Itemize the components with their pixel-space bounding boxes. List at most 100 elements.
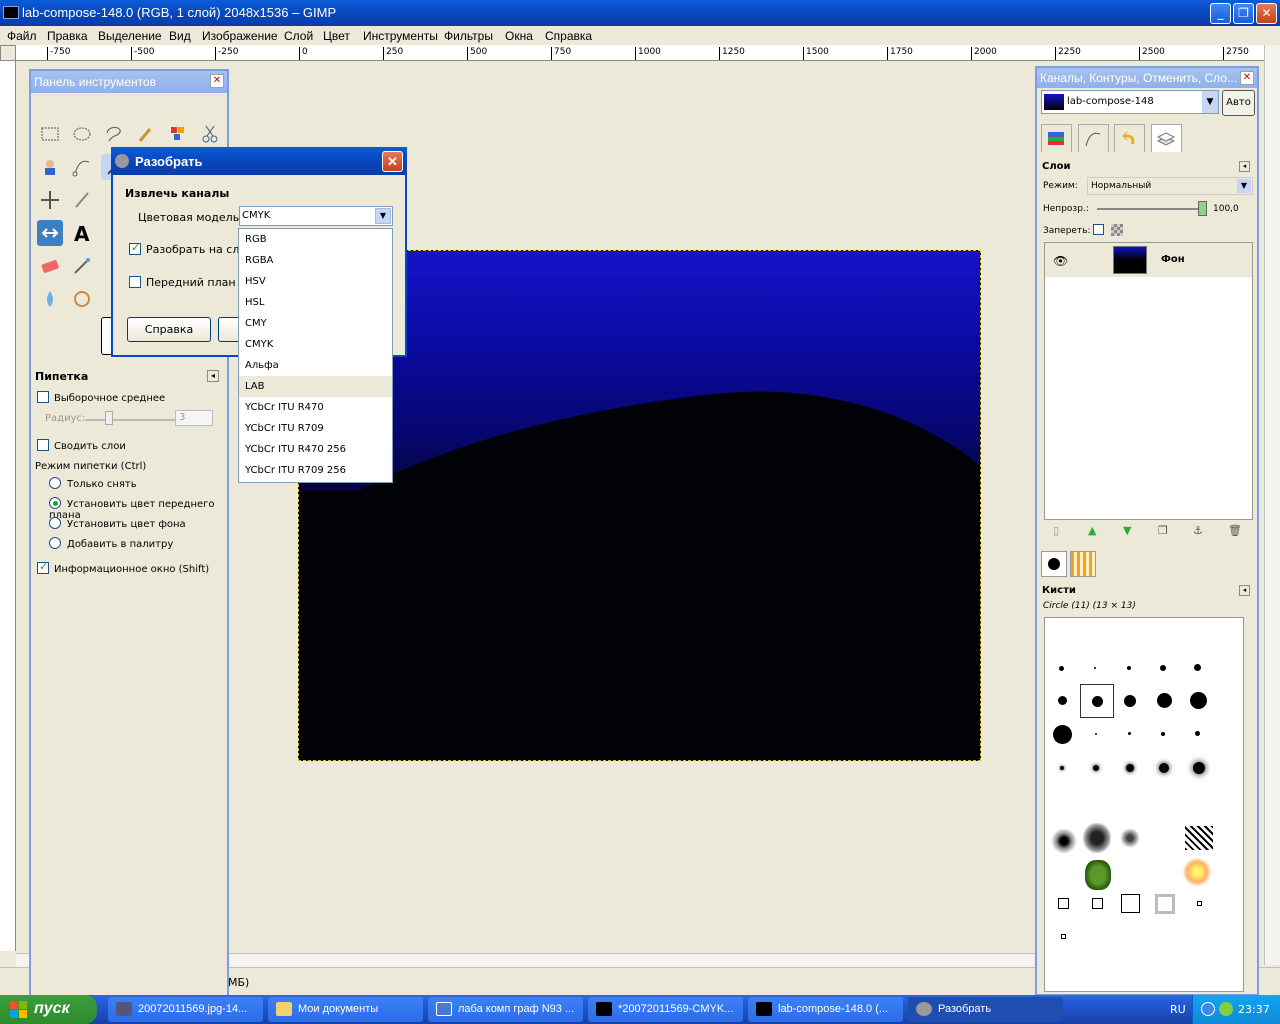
lock-checkbox[interactable] — [1093, 224, 1104, 235]
paths-icon[interactable] — [69, 154, 95, 180]
help-button[interactable]: Справка — [127, 317, 211, 342]
brush-tab-icon[interactable] — [1041, 551, 1067, 577]
dropdown-item[interactable]: YCbCr ITU R470 256 — [239, 439, 392, 460]
taskbar-item-active[interactable]: Разобрать — [908, 997, 1063, 1022]
chevron-down-icon[interactable]: ▼ — [1202, 91, 1218, 113]
dropdown-item[interactable]: CMYK — [239, 334, 392, 355]
decompose-layers-option[interactable]: Разобрать на слои — [129, 241, 253, 256]
color-model-select[interactable]: CMYK ▼ — [239, 206, 393, 226]
duplicate-layer-icon[interactable]: ❐ — [1158, 524, 1168, 537]
lower-layer-icon[interactable]: ▼ — [1123, 524, 1131, 537]
menu-windows[interactable]: Окна — [505, 29, 533, 43]
layer-row[interactable]: 👁 Фон — [1045, 243, 1252, 277]
menu-help[interactable]: Справка — [545, 29, 592, 43]
taskbar-item[interactable]: Мои документы — [268, 997, 423, 1022]
close-icon[interactable]: ✕ — [210, 74, 224, 88]
dropdown-item[interactable]: YCbCr ITU R709 256 — [239, 460, 392, 481]
menu-layer[interactable]: Слой — [284, 29, 313, 43]
dropdown-item[interactable]: CMY — [239, 313, 392, 334]
dropdown-item[interactable]: Альфа — [239, 355, 392, 376]
taskbar-item[interactable]: 20072011569.jpg-14... — [108, 997, 263, 1022]
eraser-icon[interactable] — [37, 253, 63, 279]
taskbar-item[interactable]: lab-compose-148.0 (... — [748, 997, 903, 1022]
taskbar-item[interactable]: *20072011569-CMYK... — [588, 997, 743, 1022]
channels-tab-icon[interactable] — [1041, 124, 1072, 152]
vertical-ruler[interactable] — [0, 61, 16, 951]
airbrush-icon[interactable] — [69, 253, 95, 279]
paths-tab-icon[interactable] — [1077, 124, 1109, 152]
dropdown-item[interactable]: HSV — [239, 271, 392, 292]
dropdown-item[interactable]: HSL — [239, 292, 392, 313]
sample-average-option[interactable]: Выборочное среднее — [37, 391, 165, 404]
language-indicator[interactable]: RU — [1170, 1003, 1186, 1016]
raise-layer-icon[interactable]: ▲ — [1088, 524, 1096, 537]
mode-select[interactable]: Нормальный ▼ — [1087, 177, 1253, 195]
menu-view[interactable]: Вид — [169, 29, 191, 43]
radio[interactable] — [49, 537, 61, 549]
foreground-select-icon[interactable] — [37, 154, 63, 180]
pick-mode-palette[interactable]: Добавить в палитру — [49, 537, 173, 550]
move-icon[interactable] — [37, 187, 63, 213]
horizontal-ruler[interactable]: -750 -500 -250 0 250 500 750 1000 1250 1… — [16, 45, 1264, 61]
ellipse-select-icon[interactable] — [69, 121, 95, 147]
scissors-icon[interactable] — [197, 121, 223, 147]
auto-button[interactable]: Авто — [1222, 90, 1255, 116]
pin-icon[interactable]: ◂ — [1239, 585, 1250, 596]
smudge-icon[interactable] — [69, 286, 95, 312]
tray-app-icon[interactable] — [1219, 1002, 1233, 1016]
opacity-slider[interactable] — [1097, 208, 1207, 210]
dropdown-item[interactable]: RGBA — [239, 250, 392, 271]
blur-icon[interactable] — [37, 286, 63, 312]
menu-edit[interactable]: Правка — [47, 29, 88, 43]
dock-titlebar[interactable]: Каналы, Контуры, Отменить, Сло... ✕ — [1037, 68, 1257, 88]
menu-color[interactable]: Цвет — [323, 29, 350, 43]
dropdown-item[interactable]: RGB — [239, 229, 392, 250]
opacity-value[interactable]: 100,0 — [1213, 204, 1239, 214]
layers-tab-icon[interactable] — [1150, 124, 1182, 152]
dialog-titlebar[interactable]: Разобрать ✕ — [111, 147, 407, 175]
pin-icon[interactable]: ◂ — [207, 370, 219, 382]
menu-image[interactable]: Изображение — [202, 29, 278, 43]
checkbox[interactable] — [129, 276, 141, 288]
radio[interactable] — [49, 477, 61, 489]
transform-icon[interactable] — [37, 220, 63, 246]
color-model-dropdown[interactable]: RGB RGBA HSV HSL CMY CMYK Альфа LAB YCbC… — [238, 228, 393, 483]
close-icon[interactable]: ✕ — [382, 151, 403, 172]
close-button[interactable]: ✕ — [1256, 3, 1277, 24]
info-window-option[interactable]: Информационное окно (Shift) — [37, 560, 209, 575]
dropdown-item[interactable]: YCbCr ITU R709 — [239, 418, 392, 439]
slider-handle[interactable] — [105, 411, 113, 425]
menu-select[interactable]: Выделение — [98, 29, 162, 43]
trash-icon[interactable]: 🗑 — [1228, 524, 1242, 537]
chevron-down-icon[interactable]: ▼ — [1237, 179, 1251, 193]
dropdown-item[interactable]: YCbCr ITU R470 — [239, 397, 392, 418]
pin-icon[interactable]: ◂ — [1239, 161, 1250, 172]
radius-value[interactable]: 3 — [175, 410, 213, 426]
dropdown-item-highlighted[interactable]: LAB — [239, 376, 392, 397]
minimize-button[interactable]: _ — [1210, 3, 1231, 24]
crop-icon[interactable] — [69, 187, 95, 213]
checkbox[interactable] — [37, 391, 49, 403]
toolbox-titlebar[interactable]: Панель инструментов ✕ — [31, 71, 227, 93]
slider-handle[interactable] — [1198, 201, 1207, 216]
rect-select-icon[interactable] — [37, 121, 63, 147]
lock-alpha-icon[interactable] — [1111, 224, 1123, 236]
brush-grid[interactable] — [1044, 617, 1244, 992]
menu-tools[interactable]: Инструменты — [363, 29, 438, 43]
radio[interactable] — [49, 517, 61, 529]
checkbox[interactable] — [37, 439, 49, 451]
taskbar-item[interactable]: лаба комп граф N93 ... — [428, 997, 583, 1022]
maximize-button[interactable]: ❐ — [1233, 3, 1254, 24]
selected-brush[interactable] — [1080, 684, 1114, 718]
chevron-down-icon[interactable]: ▼ — [375, 208, 391, 224]
layer-list[interactable]: 👁 Фон — [1044, 242, 1253, 520]
anchor-icon[interactable]: ⚓ — [1193, 524, 1203, 537]
menu-file[interactable]: Файл — [7, 29, 37, 43]
close-icon[interactable]: ✕ — [1240, 71, 1254, 85]
fuzzy-select-icon[interactable] — [133, 121, 159, 147]
image-selector[interactable]: lab-compose-148 ▼ — [1041, 90, 1219, 114]
pattern-tab-icon[interactable] — [1070, 551, 1096, 577]
sample-merged-option[interactable]: Сводить слои — [37, 439, 126, 452]
pick-mode-pick-only[interactable]: Только снять — [49, 477, 137, 490]
new-layer-icon[interactable]: ▯ — [1053, 524, 1059, 537]
